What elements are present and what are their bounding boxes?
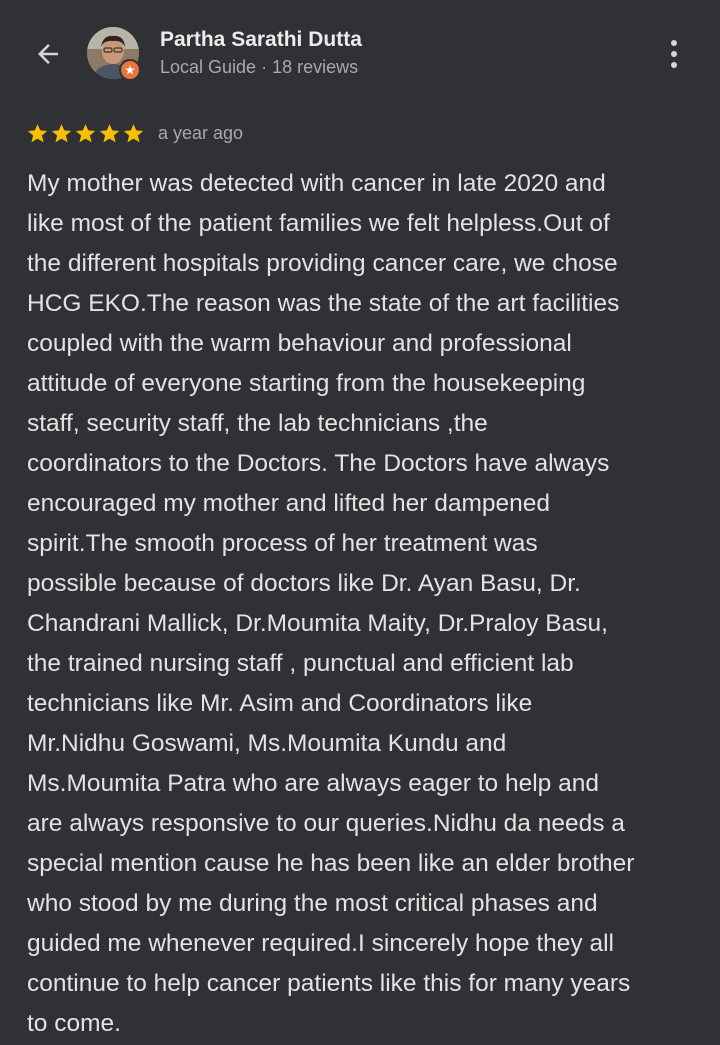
review-line: continue to help cancer patients like th… [27, 970, 631, 997]
review-time: a year ago [158, 122, 244, 143]
review-line: My mother was detected with cancer in la… [27, 170, 606, 197]
review-line: are always responsive to our queries.Nid… [27, 810, 625, 837]
review-line: Ms.Moumita Patra who are always eager to… [27, 770, 599, 797]
more-dot [671, 51, 677, 57]
review-line: possible because of doctors like Dr. Aya… [27, 570, 581, 597]
star-icon [123, 123, 144, 142]
review-text: My mother was detected with cancer in la… [27, 164, 697, 1044]
more-dot [671, 62, 677, 68]
local-guide-badge-icon [119, 59, 141, 81]
review-line: the different hospitals providing cancer… [27, 250, 618, 277]
back-button[interactable] [28, 34, 68, 74]
review-line: spirit.The smooth process of her treatme… [27, 530, 538, 557]
review-line: technicians like Mr. Asim and Coordinato… [27, 690, 533, 717]
star-icon [99, 123, 120, 142]
review-line: HCG EKO.The reason was the state of the … [27, 290, 620, 317]
review-line: special mention cause he has been like a… [27, 850, 635, 877]
review-line: encouraged my mother and lifted her damp… [27, 490, 550, 517]
review-line: the trained nursing staff , punctual and… [27, 650, 574, 677]
arrow-left-icon [38, 44, 58, 64]
review-line: attitude of everyone starting from the h… [27, 370, 586, 397]
review-header: Partha Sarathi Dutta Local Guide · 18 re… [0, 0, 720, 110]
review-line: guided me whenever required.I sincerely … [27, 930, 614, 957]
reviewer-name[interactable]: Partha Sarathi Dutta [160, 28, 362, 52]
review-line: Mr.Nidhu Goswami, Ms.Moumita Kundu and [27, 730, 507, 757]
review-line: who stood by me during the most critical… [27, 890, 598, 917]
more-options-button[interactable] [656, 34, 692, 74]
review-line: staff, security staff, the lab technicia… [27, 410, 488, 437]
rating-row: a year ago [26, 118, 243, 148]
review-line: coupled with the warm behaviour and prof… [27, 330, 572, 357]
review-line: like most of the patient families we fel… [27, 210, 610, 237]
more-dot [671, 40, 677, 46]
review-line: to come. [27, 1010, 121, 1037]
star-icon [51, 123, 72, 142]
star-rating [26, 122, 145, 145]
star-icon [27, 123, 48, 142]
star-icon [75, 123, 96, 142]
review-line: coordinators to the Doctors. The Doctors… [27, 450, 610, 477]
reviewer-meta: Local Guide · 18 reviews [160, 57, 359, 77]
review-line: Chandrani Mallick, Dr.Moumita Maity, Dr.… [27, 610, 608, 637]
